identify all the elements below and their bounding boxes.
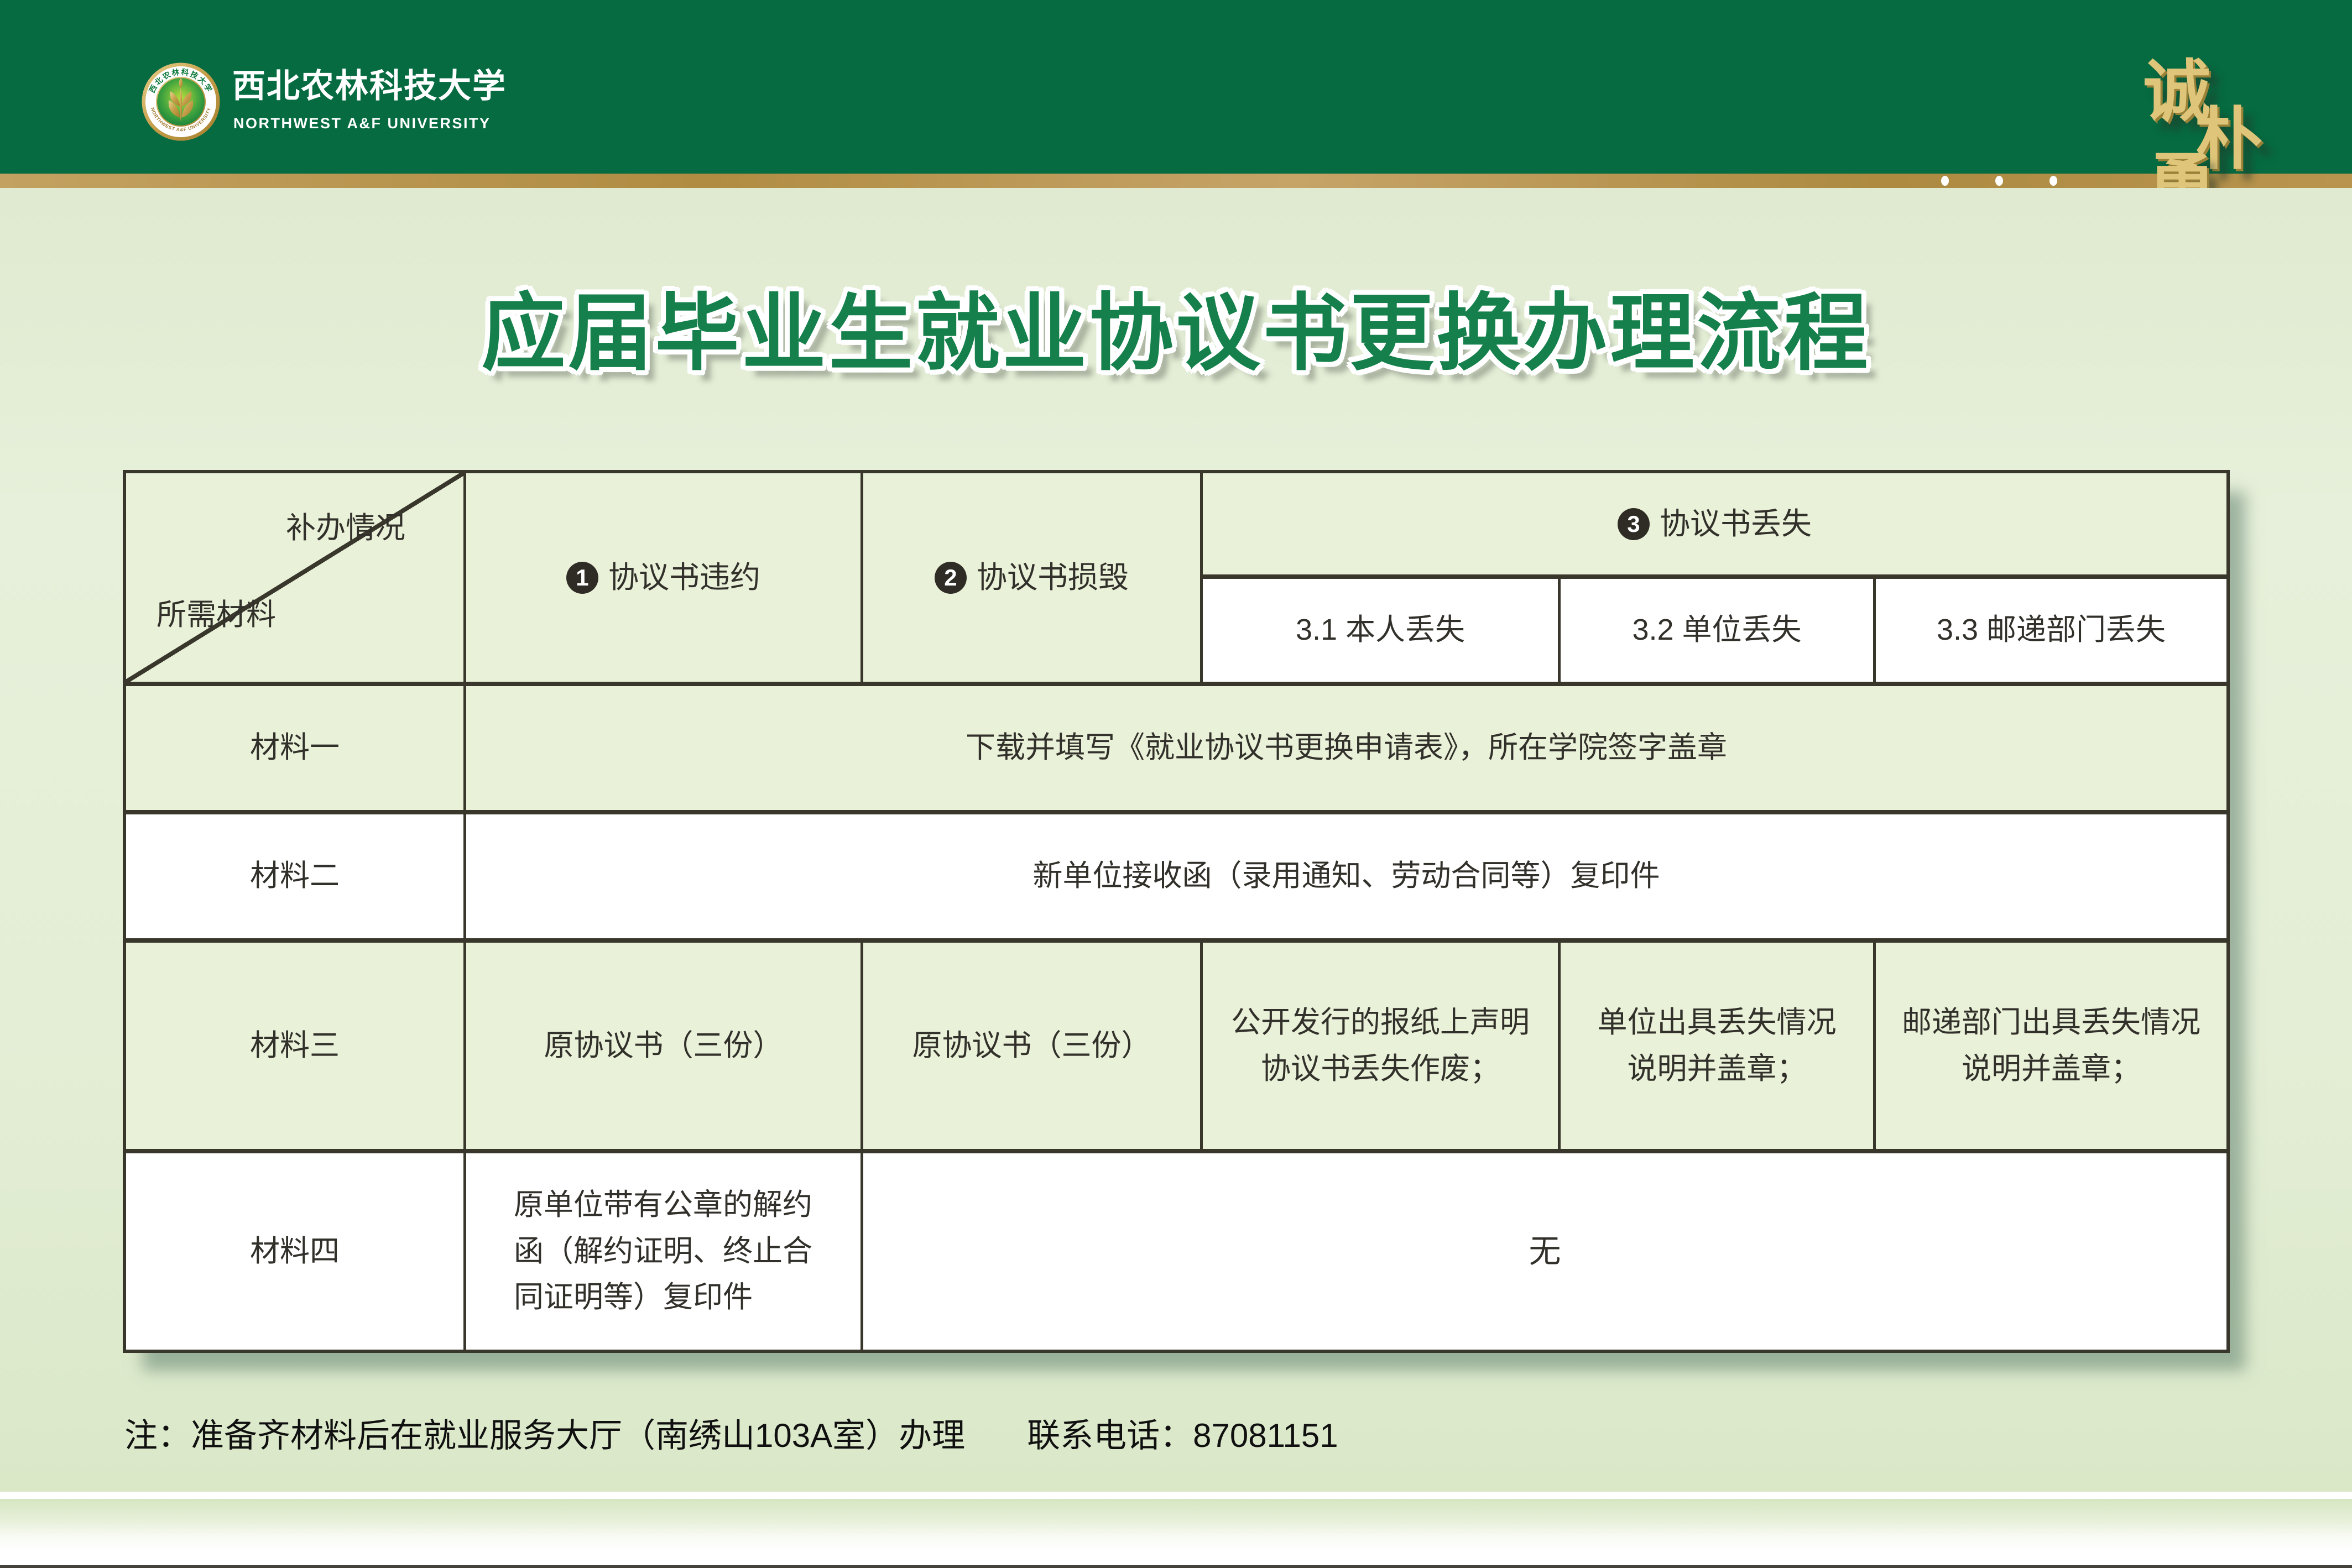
header-label-breach: 协议书违约: [608, 554, 760, 601]
note-text: 注：准备齐材料后在就业服务大厅（南绣山103A室）办理: [124, 1409, 965, 1457]
poster-root: 西北农林科技大学 NORTHWEST A&F UNIVERSITY 西北农林科技…: [0, 0, 2352, 1568]
row-label-material-1: 材料一: [126, 686, 463, 810]
cell-material1-merged: 下载并填写《就业协议书更换申请表》，所在学院签字盖章: [466, 686, 2226, 810]
cell-material3-unit-lost: 单位出具丢失情况说明并盖章；: [1561, 943, 1873, 1149]
subheader-cell-3-2: 3.2 单位丢失: [1561, 579, 1873, 682]
materials-table: 补办情况 所需材料 1 协议书违约 2 协议书损毁 3 协议书丢失 3.1 本人…: [123, 470, 2230, 1353]
corner-cell: 补办情况 所需材料: [126, 473, 463, 682]
bottom-white-stripe: [0, 1492, 2352, 1499]
subheader-cell-3-1: 3.1 本人丢失: [1203, 579, 1558, 682]
cell-material4-merged-none: 无: [863, 1153, 2226, 1350]
header-label-damaged: 协议书损毁: [977, 554, 1129, 601]
row-label-material-2: 材料二: [126, 814, 463, 938]
university-seal-logo: 西北农林科技大学 NORTHWEST A&F UNIVERSITY: [140, 62, 222, 142]
bottom-green-band: [0, 1499, 2352, 1568]
row-label-material-3: 材料三: [126, 943, 463, 1149]
circled-number-1: 1: [566, 562, 598, 594]
divider-dot: [2049, 176, 2057, 186]
university-name-en: NORTHWEST A&F UNIVERSITY: [233, 116, 491, 131]
divider-dot: [1941, 176, 1949, 186]
cell-material2-merged: 新单位接收函（录用通知、劳动合同等）复印件: [466, 814, 2226, 938]
corner-label-materials: 所需材料: [157, 592, 276, 639]
footer-note: 注：准备齐材料后在就业服务大厅（南绣山103A室）办理 联系电话：8708115…: [124, 1409, 1338, 1457]
header-cell-damaged: 2 协议书损毁: [863, 473, 1200, 682]
header-cell-lost: 3 协议书丢失: [1203, 473, 2226, 574]
bottom-edge-line: [0, 1565, 2352, 1568]
subheader-cell-3-3: 3.3 邮递部门丢失: [1876, 579, 2226, 682]
divider-dot: [1995, 176, 2003, 186]
header-cell-breach: 1 协议书违约: [466, 473, 861, 682]
note-phone: 联系电话：87081151: [1027, 1409, 1338, 1457]
cell-material3-damaged: 原协议书（三份）: [863, 943, 1200, 1149]
cell-material4-breach: 原单位带有公章的解约函（解约证明、终止合同证明等）复印件: [466, 1153, 861, 1350]
cell-material3-postal-lost: 邮递部门出具丢失情况说明并盖章；: [1876, 943, 2226, 1149]
header-label-lost: 协议书丢失: [1660, 500, 1812, 547]
cell-material3-breach: 原协议书（三份）: [466, 943, 861, 1149]
cell-material3-self-lost: 公开发行的报纸上声明协议书丢失作废；: [1203, 943, 1558, 1149]
page-title: 应届毕业生就业协议书更换办理流程: [0, 281, 2352, 386]
university-name-cn: 西北农林科技大学: [232, 70, 507, 103]
circled-number-3: 3: [1618, 508, 1650, 540]
corner-label-situation: 补办情况: [286, 505, 405, 552]
row-label-material-4: 材料四: [126, 1153, 463, 1350]
circled-number-2: 2: [935, 562, 967, 594]
